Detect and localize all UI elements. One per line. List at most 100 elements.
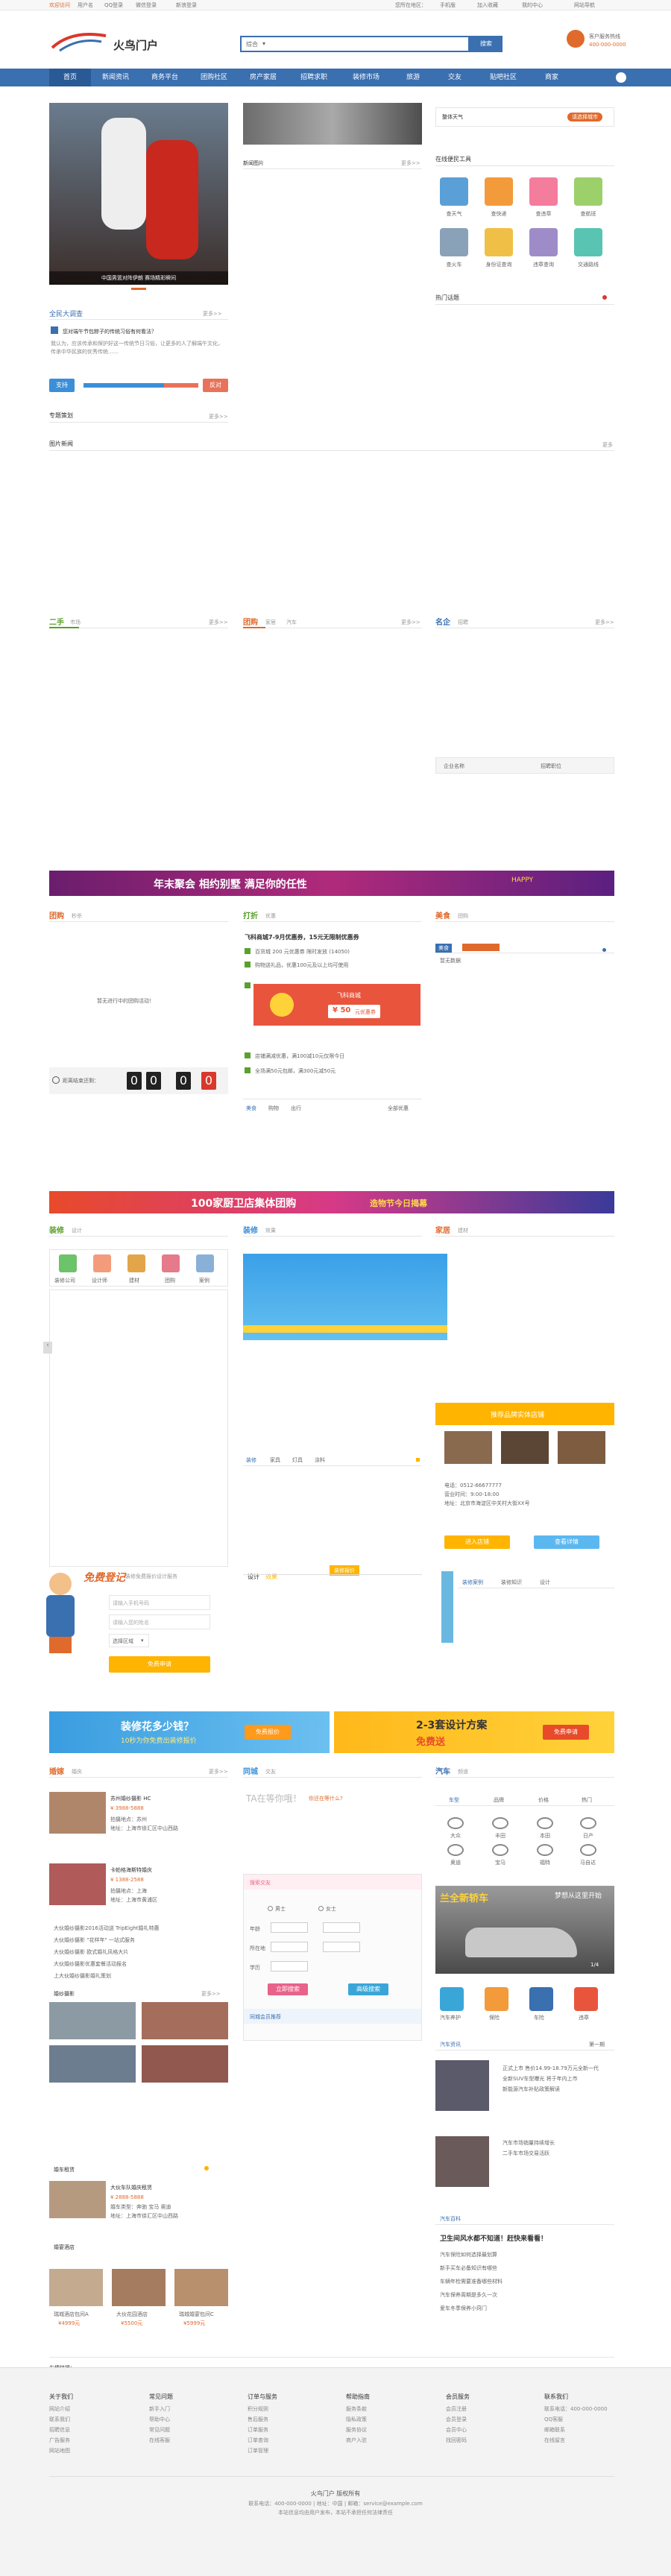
footer-link[interactable]: 会员中心 <box>446 2426 470 2434</box>
wedding-list-item[interactable]: 大伙婚纱摄影 "花样年" 一站式服务 <box>54 1936 135 1944</box>
case-icon[interactable] <box>196 1254 214 1272</box>
footer-link[interactable]: QQ客服 <box>544 2416 608 2423</box>
auto-tab[interactable]: 热门 <box>582 1796 592 1804</box>
news-panel-more[interactable]: 更多>> <box>401 160 420 167</box>
poll-question[interactable]: 您对端午节包粽子的传统习俗有何看法？ <box>63 328 157 335</box>
footer-link[interactable]: 广告服务 <box>49 2437 73 2444</box>
brand-logo-icon[interactable] <box>580 1844 596 1856</box>
search-box[interactable]: 综合 ▾ <box>240 36 470 52</box>
mobile-link[interactable]: 手机版 <box>440 1 456 9</box>
mid-tab[interactable]: 家具 <box>270 1456 280 1464</box>
promo-quote-banner[interactable]: 装修花多少钱？ 10秒为你免费出装修报价 免费报价 <box>49 1711 330 1753</box>
discount-item[interactable]: 购物送礼品，优惠100元及以上均可使用 <box>255 962 348 969</box>
hotel-photo[interactable] <box>174 2269 228 2306</box>
wedding-list-item[interactable]: 大伙婚纱摄影 欧式婚礼风格大片 <box>54 1948 128 1956</box>
brand-logo-icon[interactable] <box>447 1817 464 1829</box>
car-news-item[interactable]: 二手车市场交易活跃 <box>503 2150 549 2157</box>
coupon-card[interactable]: 飞科商城 ¥ 50 元优惠券 <box>253 984 420 1026</box>
store-photo[interactable] <box>501 1431 549 1464</box>
promo-right-button[interactable]: 免费申请 <box>543 1725 589 1740</box>
footer-link[interactable]: 会员登录 <box>446 2416 470 2423</box>
nav-jobs[interactable]: 招聘求职 <box>288 69 340 86</box>
login-link[interactable]: 用户名 <box>78 1 93 9</box>
car-banner[interactable]: 兰全新轿车 梦想从这里开始 1/4 <box>435 1886 614 1974</box>
car-service-icon[interactable] <box>440 1987 464 2011</box>
nav-shops[interactable]: 商家 <box>531 69 573 86</box>
brand-logo-icon[interactable] <box>492 1844 508 1856</box>
brand-logo-icon[interactable] <box>580 1817 596 1829</box>
search-button[interactable]: 搜索 <box>470 36 503 52</box>
footer-link[interactable]: 订单管理 <box>248 2447 277 2455</box>
site-nav-link[interactable]: 网站导航 <box>574 1 595 9</box>
weibo-login[interactable]: 新浪登录 <box>176 1 197 9</box>
violation-tool-icon[interactable] <box>529 177 558 206</box>
car-faq-headline[interactable]: 卫生间风水都不知道！赶快来看看！ <box>440 2233 547 2243</box>
hotel-name[interactable]: 大伙花园酒店 <box>116 2311 148 2318</box>
footer-link[interactable]: 售后服务 <box>248 2416 277 2423</box>
store-photo[interactable] <box>558 1431 605 1464</box>
age-max-select[interactable] <box>323 1922 360 1933</box>
footer-link[interactable]: 订单查询 <box>248 2437 277 2444</box>
hotel-name[interactable]: 瑞城婚宴包间C <box>179 2311 214 2318</box>
mid-tab[interactable]: 涂料 <box>315 1456 325 1464</box>
idcard-tool-icon[interactable] <box>485 228 513 256</box>
footer-link[interactable]: 商户入驻 <box>346 2437 370 2444</box>
tuan-more[interactable]: 更多>> <box>401 619 420 626</box>
gallery-more[interactable]: 更多>> <box>201 1990 221 1998</box>
brand-logo-icon[interactable] <box>447 1844 464 1856</box>
footer-link[interactable]: 新手入门 <box>149 2405 173 2413</box>
footer-link[interactable]: 网站介绍 <box>49 2405 73 2413</box>
free-apply-button[interactable]: 免费申请 <box>109 1656 210 1673</box>
company-icon[interactable] <box>59 1254 77 1272</box>
support-button[interactable]: 支持 <box>49 379 75 392</box>
footer-link[interactable]: 在线客服 <box>149 2437 173 2444</box>
radio-male[interactable] <box>268 1906 273 1911</box>
footer-link[interactable]: 服务协议 <box>346 2426 370 2434</box>
auto-tab[interactable]: 价格 <box>538 1796 549 1804</box>
store-detail-button[interactable]: 查看详情 <box>534 1535 599 1549</box>
discount-item[interactable]: 店铺满减优惠，满100减10元仅限今日 <box>255 1052 344 1060</box>
tuan-icon[interactable] <box>162 1254 180 1272</box>
footer-link[interactable]: 网站地图 <box>49 2447 73 2455</box>
mid-tab[interactable]: 装修 <box>246 1456 256 1464</box>
nav-tuan[interactable]: 团购社区 <box>189 69 239 86</box>
wechat-login[interactable]: 微信登录 <box>136 1 157 9</box>
footer-link[interactable]: 会员注册 <box>446 2405 470 2413</box>
footer-link[interactable]: 联系我们 <box>49 2416 73 2423</box>
advanced-search-button[interactable]: 高级搜索 <box>348 1983 388 1995</box>
banner-kitchen[interactable]: 100家厨卫店集体团购 造物节今日揭幕 <box>49 1191 614 1213</box>
discount-tab[interactable]: 美食 <box>246 1105 256 1112</box>
brand-logo-icon[interactable] <box>537 1817 553 1829</box>
radio-female[interactable] <box>318 1906 324 1911</box>
car-rental-photo[interactable] <box>49 2181 106 2218</box>
car-service-icon[interactable] <box>529 1987 553 2011</box>
gallery-photo[interactable] <box>142 2002 228 2039</box>
footer-link[interactable]: 招聘信息 <box>49 2426 73 2434</box>
car-faq-item[interactable]: 新手买车必备知识有哪些 <box>440 2264 497 2272</box>
banner-party[interactable]: 年末聚会 相约别墅 满足你的任性 HAPPY <box>49 871 614 896</box>
company-more[interactable]: 更多>> <box>595 619 614 626</box>
mid-tab[interactable]: 灯具 <box>292 1456 303 1464</box>
effect-photo[interactable] <box>243 1254 447 1340</box>
discount-tab[interactable]: 购物 <box>268 1105 279 1112</box>
phone-input[interactable]: 请输入手机号码 <box>109 1595 210 1610</box>
nav-house[interactable]: 房产家居 <box>239 69 288 86</box>
footer-link[interactable]: 隐私政策 <box>346 2416 370 2423</box>
car-news-photo[interactable] <box>435 2136 489 2187</box>
region-label[interactable]: 您所在地区： <box>395 1 426 9</box>
slider-dot[interactable] <box>204 2166 209 2171</box>
rental-name[interactable]: 大伙车队婚庆租赁 <box>110 2184 152 2191</box>
discount-tab-more[interactable]: 全部优惠 <box>388 1105 409 1112</box>
tuan-tab-1[interactable]: 家居 <box>265 619 276 626</box>
edu-select[interactable] <box>271 1961 308 1972</box>
oppose-button[interactable]: 反对 <box>203 379 228 392</box>
hotel-photo[interactable] <box>112 2269 166 2306</box>
area-select[interactable]: 选择区域 ▾ <box>109 1634 149 1647</box>
gallery-photo[interactable] <box>49 2002 136 2039</box>
tuan-tab-2[interactable]: 汽车 <box>286 619 297 626</box>
enter-store-button[interactable]: 进入店铺 <box>444 1535 510 1549</box>
footer-link[interactable]: 服务条款 <box>346 2405 370 2413</box>
nav-decor[interactable]: 装修市场 <box>340 69 392 86</box>
express-tool-icon[interactable] <box>485 177 513 206</box>
chat-icon[interactable] <box>616 72 626 83</box>
